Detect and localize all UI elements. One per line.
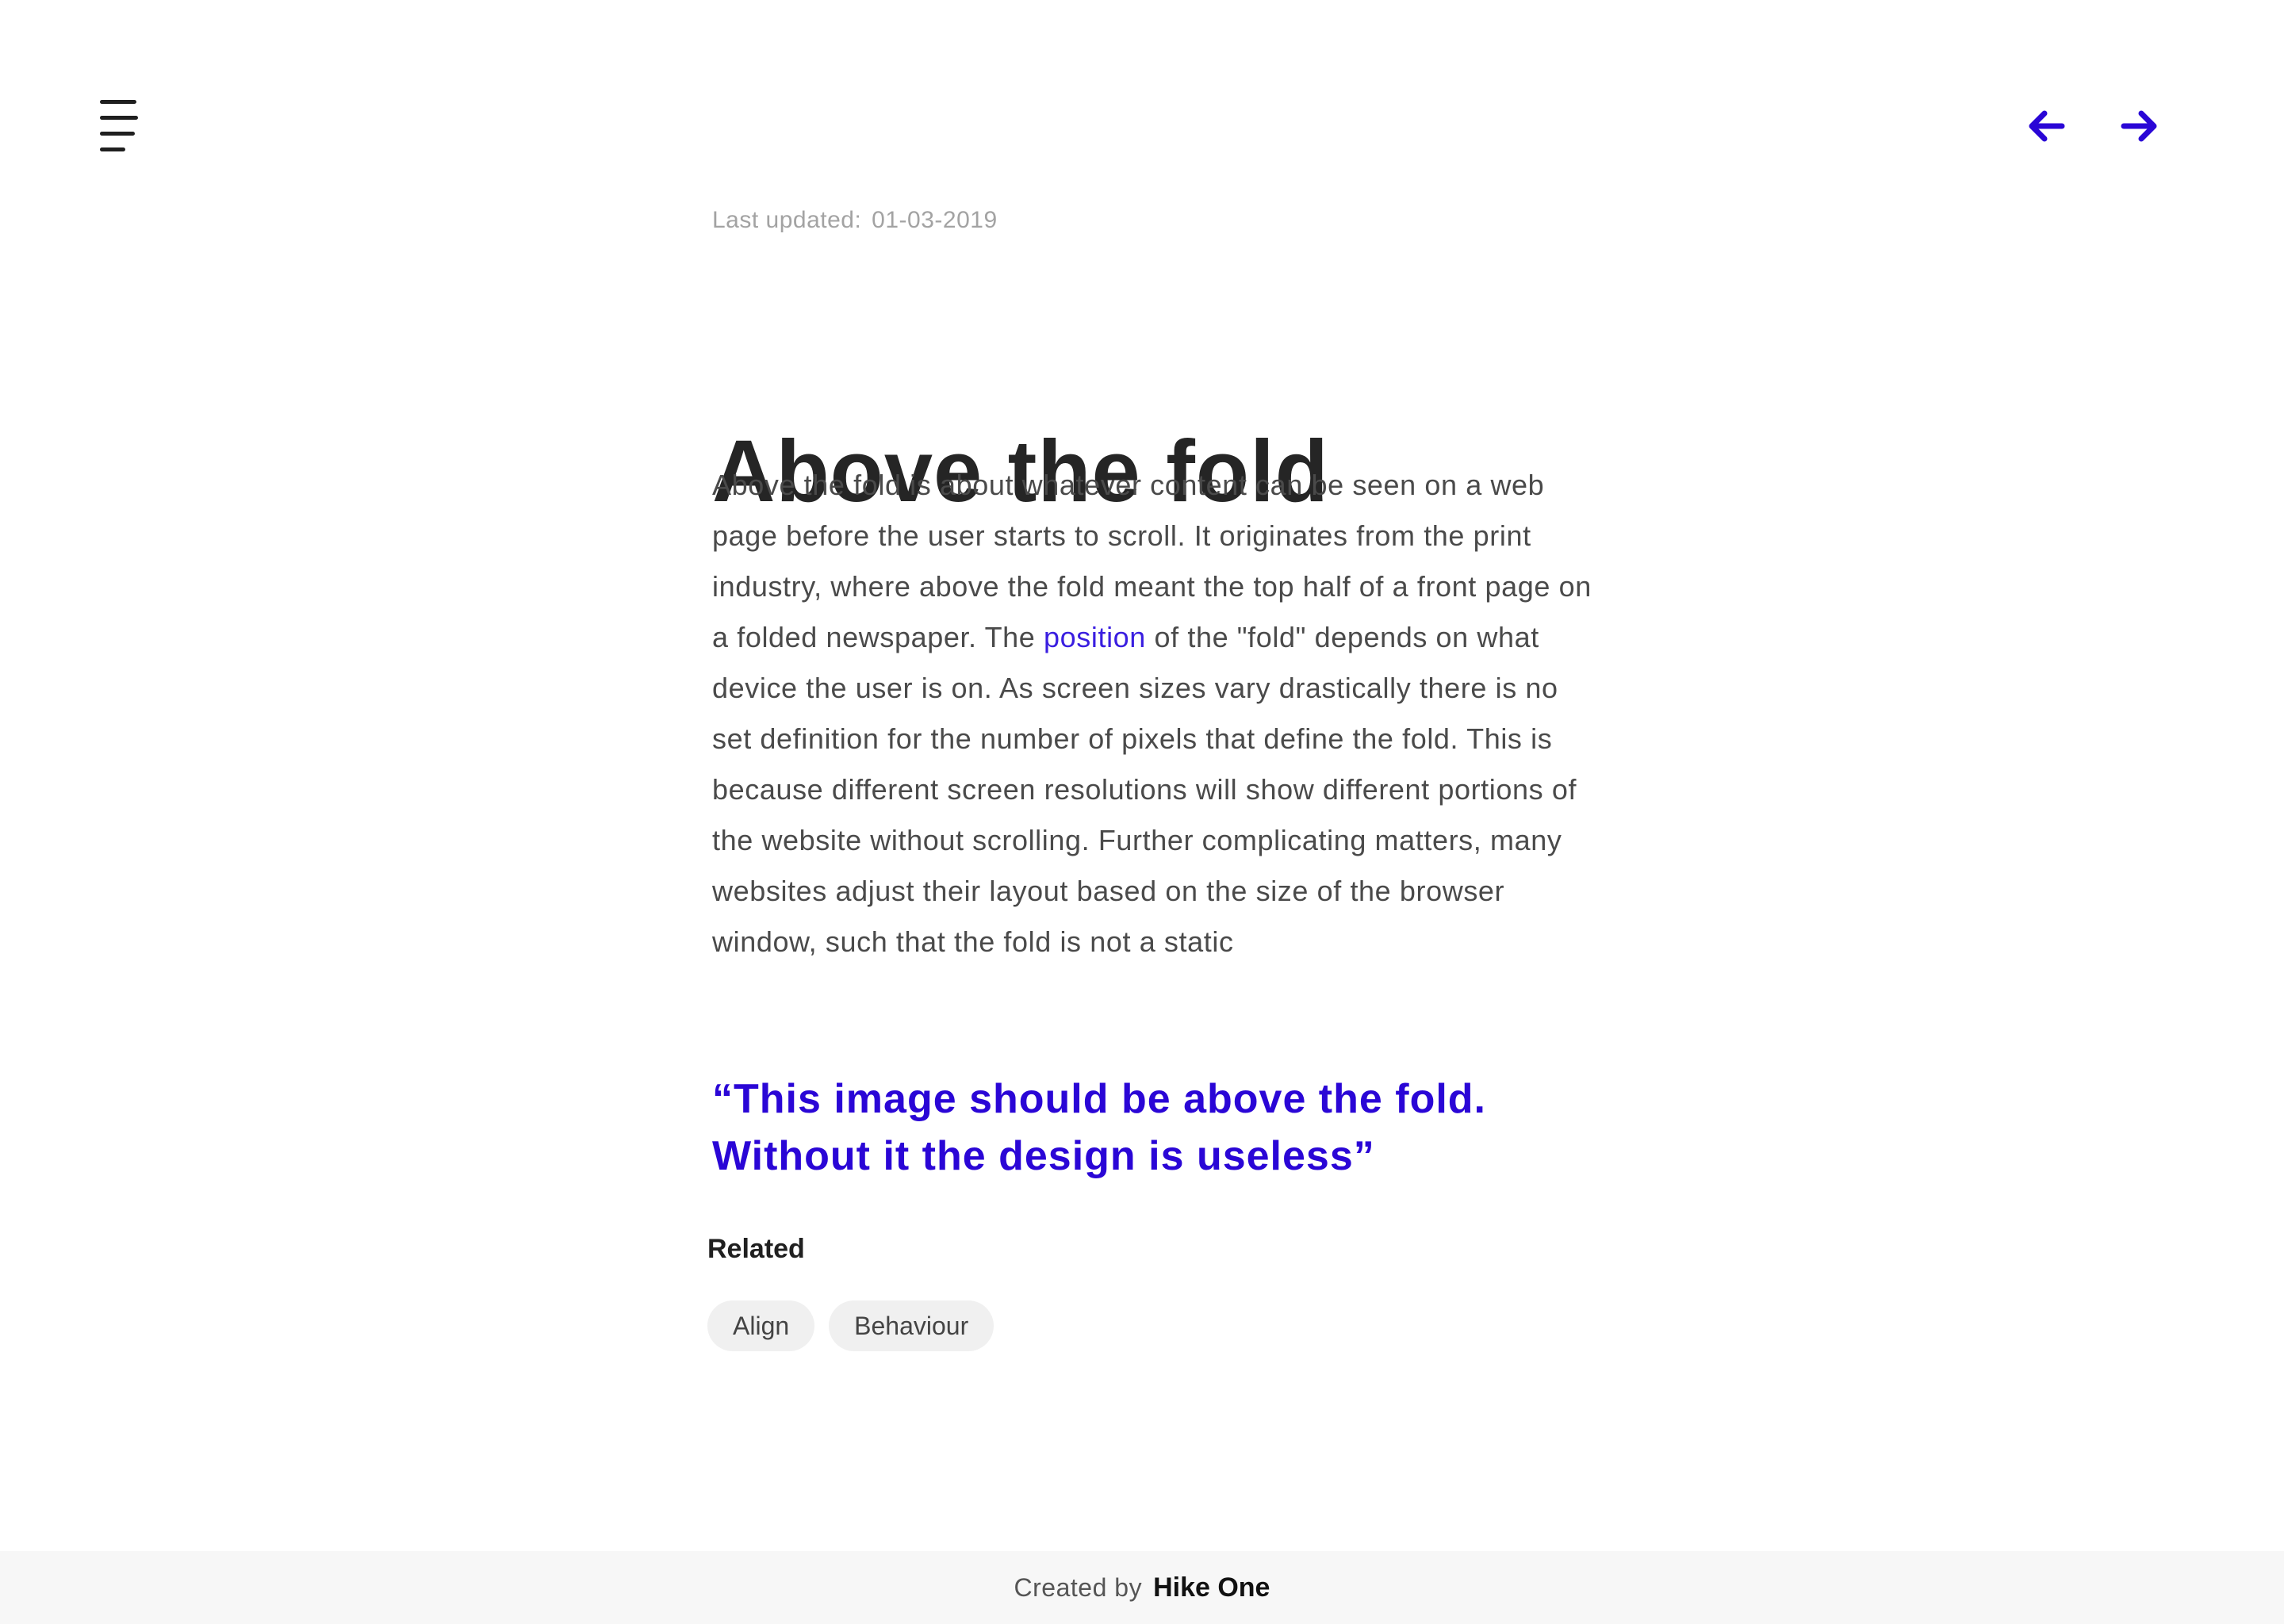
footer: Created by Hike One <box>0 1551 2284 1624</box>
related-heading: Related <box>707 1234 805 1264</box>
arrow-left-icon <box>2029 110 2065 142</box>
related-tags: Align Behaviour <box>707 1300 994 1351</box>
last-updated-date: 01-03-2019 <box>872 207 998 233</box>
previous-page-button[interactable] <box>2027 108 2065 144</box>
created-by-label: Created by <box>1014 1572 1143 1602</box>
pull-quote: “This image should be above the fold. Wi… <box>712 1076 1486 1179</box>
menu-line <box>100 132 135 136</box>
brand-logo-link[interactable]: Hike One <box>1153 1572 1270 1603</box>
tag-align[interactable]: Align <box>707 1300 815 1351</box>
article-body: Above the fold is about whatever content… <box>712 460 1600 967</box>
menu-button[interactable] <box>100 100 141 152</box>
tag-behaviour[interactable]: Behaviour <box>829 1300 994 1351</box>
next-page-button[interactable] <box>2121 108 2159 144</box>
last-updated-label: Last updated: <box>712 207 862 233</box>
menu-line <box>100 100 136 104</box>
page-navigation <box>2027 108 2162 144</box>
body-text-end: of the "fold" depends on what device the… <box>712 621 1577 958</box>
menu-line <box>100 147 125 151</box>
last-updated: Last updated: 01-03-2019 <box>712 205 1600 236</box>
article: Last updated: 01-03-2019 Above the fold … <box>707 205 1600 1351</box>
position-link[interactable]: position <box>1044 621 1146 653</box>
arrow-right-icon <box>2121 110 2157 142</box>
menu-line <box>100 116 138 120</box>
